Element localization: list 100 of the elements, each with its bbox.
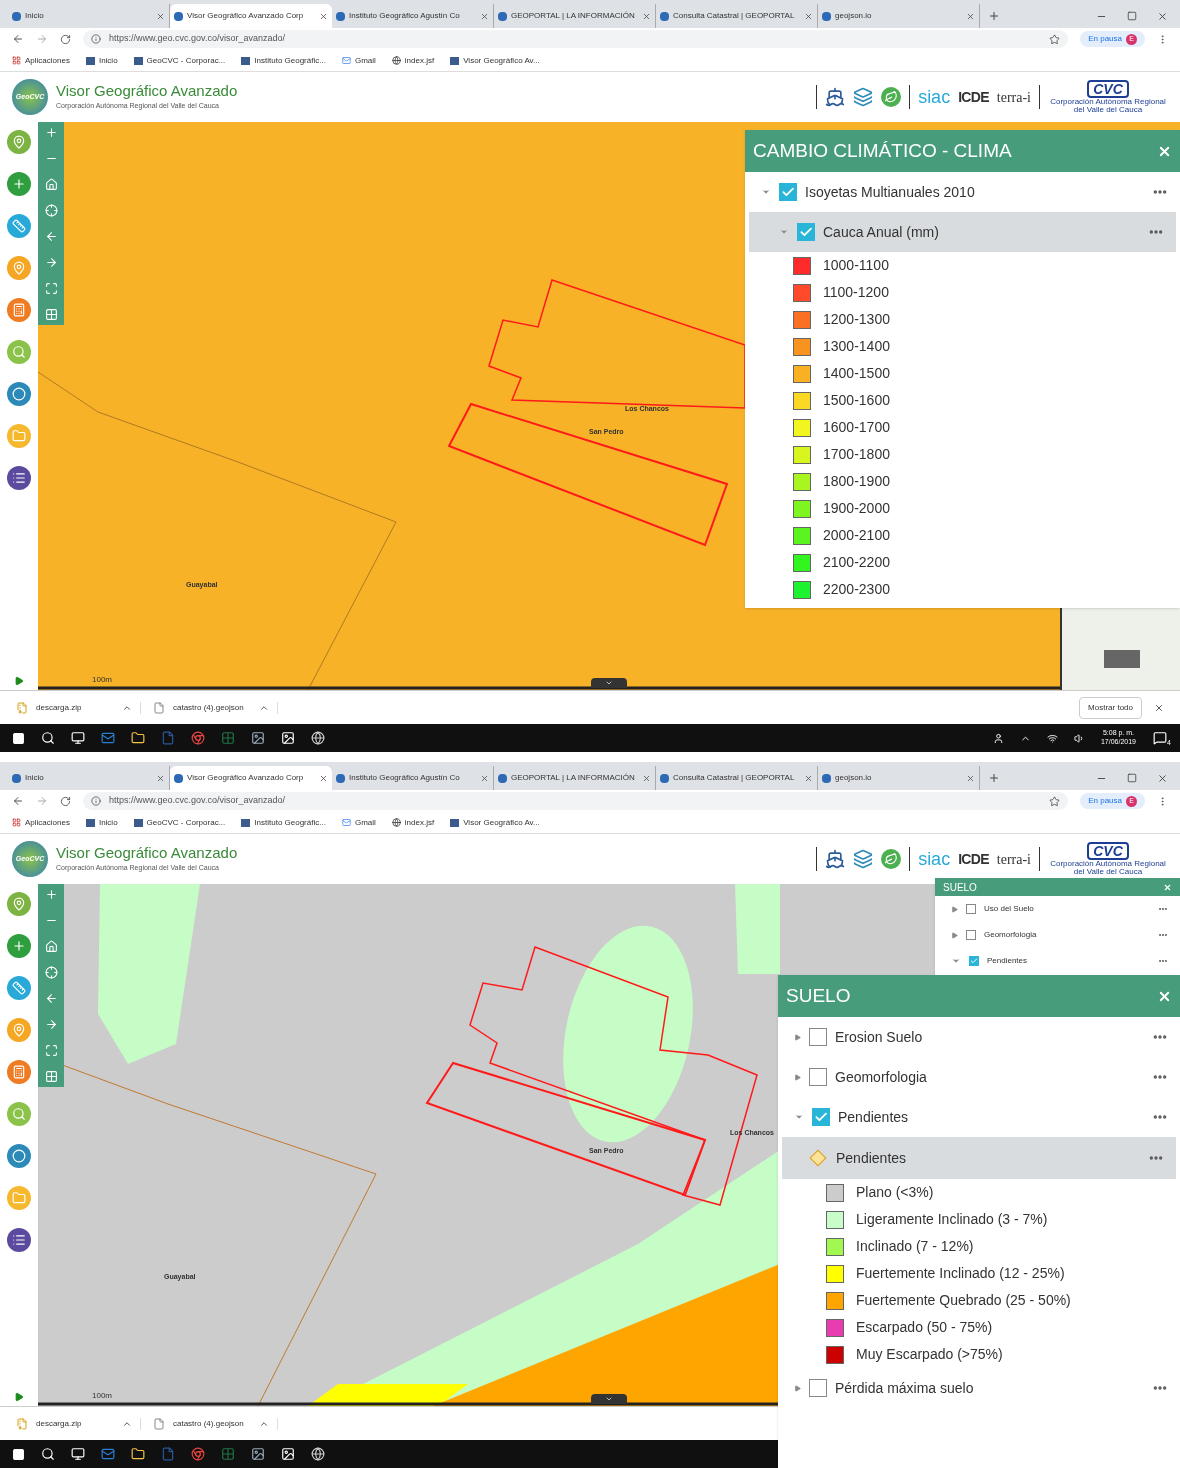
new-tab-icon[interactable] — [988, 772, 1000, 784]
close-icon[interactable] — [804, 773, 813, 783]
ship-icon[interactable] — [825, 87, 846, 107]
layer-row[interactable]: Geomorfologia — [778, 1057, 1180, 1097]
cvc-logo[interactable]: CVC — [1087, 80, 1129, 98]
minimap[interactable] — [1060, 605, 1180, 690]
document-icon[interactable] — [161, 1447, 175, 1461]
close-icon[interactable] — [966, 11, 975, 21]
partner-logo[interactable]: terra-i — [996, 848, 1031, 870]
star-icon[interactable] — [1049, 33, 1061, 45]
photos-icon[interactable] — [281, 1447, 295, 1461]
reload-icon[interactable] — [60, 33, 71, 45]
back-icon[interactable] — [12, 795, 24, 807]
checkbox[interactable] — [969, 956, 979, 966]
download-item[interactable]: descarga.zip — [16, 701, 141, 714]
new-tab-icon[interactable] — [988, 10, 1000, 22]
layer-row[interactable]: Cauca Anual (mm) — [749, 212, 1176, 252]
close-icon[interactable] — [1154, 702, 1164, 713]
close-icon[interactable] — [480, 773, 489, 783]
calculator-icon[interactable] — [7, 298, 31, 322]
bookmark[interactable]: Instituto Geográfic... — [241, 816, 326, 829]
bookmark[interactable]: Gmail — [341, 54, 376, 67]
layers-icon[interactable] — [853, 849, 874, 869]
show-all-button[interactable]: Mostrar todo — [1079, 696, 1142, 719]
checkbox[interactable] — [966, 904, 976, 914]
zoom-in-icon[interactable] — [44, 126, 58, 139]
close-icon[interactable] — [156, 11, 165, 21]
bookmark[interactable]: index.jsf — [391, 54, 435, 67]
search-icon[interactable] — [41, 1447, 55, 1461]
checkbox[interactable] — [809, 1068, 827, 1086]
locate-icon[interactable] — [44, 966, 58, 979]
browser-icon[interactable] — [191, 1447, 205, 1461]
bookmark[interactable]: index.jsf — [391, 816, 435, 829]
ruler-icon[interactable] — [7, 214, 31, 238]
leaf-icon[interactable] — [881, 87, 902, 107]
maximize-icon[interactable] — [1127, 773, 1137, 783]
grid-icon[interactable] — [44, 1070, 58, 1083]
browser-tab[interactable]: Visor Geográfico Avanzado Corp — [170, 4, 332, 28]
list-icon[interactable] — [7, 466, 31, 490]
browser-icon[interactable] — [191, 731, 205, 745]
layers-icon[interactable] — [853, 87, 874, 107]
close-icon[interactable] — [319, 773, 328, 783]
download-item[interactable]: descarga.zip — [16, 1417, 141, 1430]
reload-icon[interactable] — [60, 795, 71, 807]
ruler-icon[interactable] — [7, 976, 31, 1000]
bookmark[interactable]: Visor Geográfico Av... — [450, 816, 540, 829]
plus-icon[interactable] — [7, 934, 31, 958]
bookmark[interactable]: Instituto Geográfic... — [241, 54, 326, 67]
pin-icon[interactable] — [7, 892, 31, 916]
pin-icon[interactable] — [7, 256, 31, 280]
layer-row[interactable]: Isoyetas Multianuales 2010 — [745, 172, 1180, 212]
back-icon[interactable] — [44, 230, 58, 243]
close-icon[interactable] — [319, 11, 328, 21]
caret-icon[interactable] — [951, 905, 958, 913]
download-item[interactable]: catastro (4).geojson — [153, 701, 278, 714]
star-icon[interactable] — [1049, 795, 1061, 807]
collapse-tab[interactable] — [591, 1394, 627, 1404]
close-icon[interactable] — [1157, 773, 1168, 784]
leaf-icon[interactable] — [881, 849, 902, 869]
forward-icon[interactable] — [44, 256, 58, 269]
locate-icon[interactable] — [44, 204, 58, 217]
checkbox[interactable] — [809, 1379, 827, 1397]
network-icon[interactable] — [1046, 732, 1058, 744]
maximize-icon[interactable] — [1127, 11, 1137, 21]
grid-icon[interactable] — [44, 308, 58, 321]
close-icon[interactable] — [1157, 11, 1168, 22]
symbol-row[interactable]: Pendientes — [782, 1137, 1176, 1179]
layer-row[interactable]: Erosion Suelo — [778, 1017, 1180, 1057]
bookmark[interactable]: Gmail — [341, 816, 376, 829]
start-icon[interactable] — [12, 731, 25, 745]
start-icon[interactable] — [12, 1447, 25, 1461]
caret-icon[interactable] — [951, 931, 958, 939]
close-icon[interactable] — [804, 11, 813, 21]
bookmark[interactable]: Aplicaciones — [12, 816, 70, 829]
bookmark[interactable]: Aplicaciones — [12, 54, 70, 67]
layer-row[interactable]: Geomorfologia — [935, 922, 1180, 948]
document-icon[interactable] — [161, 731, 175, 745]
caret-icon[interactable] — [951, 956, 961, 966]
address-bar[interactable]: https://www.geo.cvc.gov.co/visor_avanzado/ — [83, 792, 1069, 810]
list-icon[interactable] — [7, 1228, 31, 1252]
play-icon[interactable] — [14, 676, 24, 686]
home-icon[interactable] — [44, 940, 58, 953]
zoom-in-icon[interactable] — [44, 888, 58, 901]
mail-app-icon[interactable] — [101, 731, 115, 745]
layer-row[interactable]: Pendientes — [935, 948, 1180, 974]
browser-tab[interactable]: Visor Geográfico Avanzado Corp — [170, 766, 332, 790]
bookmark[interactable]: Inicio — [85, 54, 118, 67]
checkbox[interactable] — [809, 1028, 827, 1046]
close-icon[interactable] — [642, 773, 651, 783]
pin-icon[interactable] — [7, 130, 31, 154]
checkbox[interactable] — [812, 1108, 830, 1126]
close-icon[interactable] — [1163, 882, 1172, 892]
full-extent-icon[interactable] — [44, 282, 58, 295]
people-icon[interactable] — [992, 732, 1004, 744]
caret-icon[interactable] — [794, 1384, 801, 1392]
cvc-logo[interactable]: CVC — [1087, 842, 1129, 860]
back-icon[interactable] — [12, 33, 24, 45]
bookmark[interactable]: Inicio — [85, 816, 118, 829]
close-icon[interactable] — [156, 773, 165, 783]
folder-icon[interactable] — [131, 1447, 145, 1461]
